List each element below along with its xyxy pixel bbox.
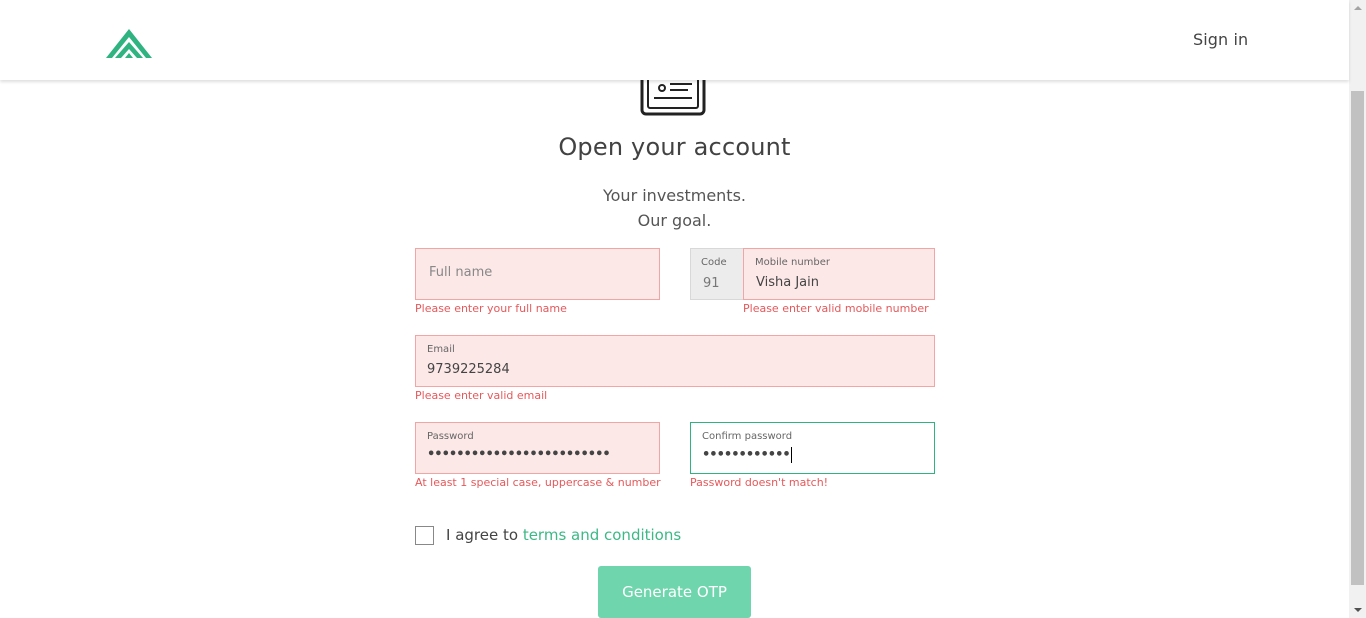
email-value: 9739225284 bbox=[427, 362, 510, 377]
country-code-field: Code 91 bbox=[690, 248, 744, 300]
terms-link[interactable]: terms and conditions bbox=[523, 526, 681, 544]
confirm-password-label: Confirm password bbox=[702, 431, 793, 442]
mobile-number-field[interactable]: Mobile number Visha Jain bbox=[743, 248, 935, 300]
scroll-up-arrow[interactable] bbox=[1349, 0, 1366, 17]
agree-label: I agree to bbox=[446, 526, 519, 544]
logo-icon[interactable] bbox=[106, 25, 152, 58]
mobile-label: Mobile number bbox=[755, 257, 831, 268]
email-label: Email bbox=[427, 344, 455, 355]
code-label: Code bbox=[701, 257, 727, 268]
password-error: At least 1 special case, uppercase & num… bbox=[415, 476, 661, 489]
email-field[interactable]: Email 9739225284 bbox=[415, 335, 935, 387]
mobile-value: Visha Jain bbox=[756, 275, 819, 290]
code-value: 91 bbox=[703, 276, 720, 291]
subtitle-line-2: Our goal. bbox=[637, 211, 712, 230]
terms-checkbox[interactable] bbox=[415, 526, 434, 545]
confirm-password-error: Password doesn't match! bbox=[690, 476, 829, 489]
text-caret bbox=[790, 447, 792, 463]
password-field[interactable]: Password ••••••••••••••••••••••••• bbox=[415, 422, 660, 474]
full-name-error: Please enter your full name bbox=[415, 302, 567, 315]
agree-text: I agree to terms and conditions bbox=[446, 526, 681, 544]
scroll-down-arrow[interactable] bbox=[1349, 601, 1366, 618]
generate-otp-button[interactable]: Generate OTP bbox=[598, 566, 751, 618]
email-error: Please enter valid email bbox=[415, 389, 548, 402]
subtitle-line-1: Your investments. bbox=[602, 186, 746, 205]
mobile-error: Please enter valid mobile number bbox=[743, 302, 929, 315]
sign-in-link[interactable]: Sign in bbox=[1193, 30, 1248, 49]
confirm-password-value-wrap: •••••••••••• bbox=[702, 447, 792, 463]
full-name-placeholder: Full name bbox=[429, 265, 493, 280]
password-value: ••••••••••••••••••••••••• bbox=[427, 447, 611, 462]
password-label: Password bbox=[427, 431, 474, 442]
confirm-password-field[interactable]: Confirm password •••••••••••• bbox=[690, 422, 935, 474]
page-scrollbar[interactable] bbox=[1349, 0, 1366, 618]
top-header: Sign in bbox=[0, 0, 1349, 80]
page-title: Open your account bbox=[558, 133, 791, 161]
confirm-password-value: •••••••••••• bbox=[702, 447, 791, 463]
scroll-thumb[interactable] bbox=[1351, 91, 1364, 585]
full-name-field[interactable]: Full name bbox=[415, 248, 660, 300]
